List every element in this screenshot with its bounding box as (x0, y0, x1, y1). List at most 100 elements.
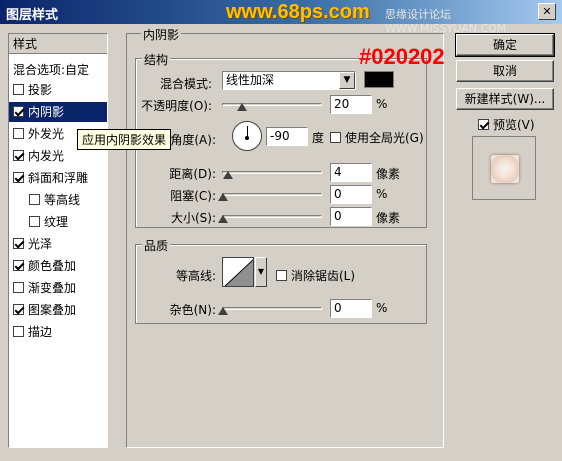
opacity-slider-thumb[interactable] (237, 103, 247, 111)
watermark-forum: 思缘设计论坛 WWW.MISSYUAN.COM (385, 8, 507, 35)
quality-group: 品质 等高线: ▼ 消除锯齿(L) 杂色(N): 0 % (135, 237, 427, 324)
window-title: 图层样式 (6, 8, 59, 23)
angle-dial[interactable] (232, 121, 262, 151)
choke-unit: % (376, 187, 388, 201)
quality-title: 品质 (142, 237, 171, 254)
styles-header[interactable]: 样式 (9, 34, 107, 54)
choke-slider-thumb[interactable] (218, 193, 228, 201)
style-item-drop-shadow[interactable]: 投影 (9, 80, 107, 100)
checkbox-color-overlay[interactable] (13, 260, 24, 271)
blend-mode-label: 混合模式: (159, 77, 212, 91)
size-slider[interactable] (222, 215, 322, 218)
style-item-label: 内阴影 (28, 105, 65, 119)
checkbox-bevel-emboss[interactable] (13, 172, 24, 183)
style-item-label: 光泽 (28, 237, 53, 251)
noise-slider-thumb[interactable] (218, 307, 228, 315)
style-item-label: 内发光 (28, 149, 65, 163)
distance-label: 距离(D): (169, 167, 216, 181)
global-light-checkbox[interactable] (330, 132, 341, 143)
shadow-color-swatch[interactable] (364, 71, 394, 88)
style-item-contour[interactable]: 等高线 (9, 190, 107, 210)
new-style-button[interactable]: 新建样式(W)... (456, 88, 554, 110)
blend-mode-select[interactable]: 线性加深 ▼ (222, 71, 356, 90)
structure-title: 结构 (142, 51, 171, 68)
contour-dropdown[interactable]: ▼ (255, 257, 267, 287)
settings-panel: 内阴影 结构 混合模式: 线性加深 ▼ 不透明度(O): 20 % 角度(A):… (126, 26, 444, 448)
chevron-down-icon: ▼ (339, 72, 355, 89)
global-light-option[interactable]: 使用全局光(G) (330, 129, 424, 146)
checkbox-drop-shadow[interactable] (13, 84, 24, 95)
checkbox-stroke[interactable] (13, 326, 24, 337)
title-bar: 图层样式 www.68ps.com 思缘设计论坛 WWW.MISSYUAN.CO… (0, 0, 562, 35)
choke-input[interactable]: 0 (330, 185, 372, 204)
style-item-label: 斜面和浮雕 (28, 171, 89, 185)
checkbox-inner-shadow[interactable] (13, 106, 24, 117)
distance-input[interactable]: 4 (330, 163, 372, 182)
structure-group: 结构 混合模式: 线性加深 ▼ 不透明度(O): 20 % 角度(A): -90… (135, 51, 427, 228)
style-item-label: 图案叠加 (28, 303, 77, 317)
chevron-down-icon: ▼ (257, 267, 265, 276)
size-input[interactable]: 0 (330, 207, 372, 226)
style-item-label: 颜色叠加 (28, 259, 77, 273)
checkbox-texture[interactable] (29, 216, 40, 227)
contour-curve-icon (224, 259, 253, 286)
watermark-site: www.68ps.com (226, 1, 370, 23)
color-annotation: #020202 (359, 44, 445, 69)
angle-input[interactable]: -90 (266, 127, 308, 146)
checkbox-contour[interactable] (29, 194, 40, 205)
checkbox-gradient-overlay[interactable] (13, 282, 24, 293)
preview-checkbox[interactable] (478, 119, 489, 130)
opacity-input[interactable]: 20 (330, 95, 372, 114)
style-item-label: 纹理 (44, 215, 69, 229)
distance-slider[interactable] (222, 171, 322, 174)
ok-button[interactable]: 确定 (455, 33, 555, 57)
preview-swatch (491, 155, 519, 183)
section-title: 内阴影 (141, 26, 182, 43)
noise-unit: % (376, 301, 388, 315)
style-item-pattern-overlay[interactable]: 图案叠加 (9, 300, 107, 320)
antialias-option[interactable]: 消除锯齿(L) (276, 267, 355, 284)
style-item-satin[interactable]: 光泽 (9, 234, 107, 254)
noise-label: 杂色(N): (169, 303, 216, 317)
global-light-label: 使用全局光(G) (345, 131, 424, 145)
style-item-label: 外发光 (28, 127, 65, 141)
opacity-unit: % (376, 97, 388, 111)
choke-slider[interactable] (222, 193, 322, 196)
opacity-label: 不透明度(O): (141, 99, 212, 113)
size-slider-thumb[interactable] (218, 215, 228, 223)
noise-slider[interactable] (222, 307, 322, 310)
style-item-label: 渐变叠加 (28, 281, 77, 295)
cancel-button[interactable]: 取消 (456, 60, 554, 82)
checkbox-outer-glow[interactable] (13, 128, 24, 139)
style-item-texture[interactable]: 纹理 (9, 212, 107, 232)
style-preview (472, 136, 536, 200)
style-item-gradient-overlay[interactable]: 渐变叠加 (9, 278, 107, 298)
checkbox-inner-glow[interactable] (13, 150, 24, 161)
distance-slider-thumb[interactable] (223, 171, 233, 179)
checkbox-satin[interactable] (13, 238, 24, 249)
styles-list: 样式 混合选项:自定 投影 内阴影 外发光 内发光 斜面和浮雕 等高线 纹理 光… (8, 33, 108, 448)
style-item-color-overlay[interactable]: 颜色叠加 (9, 256, 107, 276)
style-item-inner-shadow[interactable]: 内阴影 (9, 102, 107, 122)
contour-label: 等高线: (175, 269, 216, 283)
style-item-label: 等高线 (44, 193, 81, 207)
antialias-checkbox[interactable] (276, 270, 287, 281)
preview-option[interactable]: 预览(V) (478, 116, 535, 133)
style-item-bevel-emboss[interactable]: 斜面和浮雕 (9, 168, 107, 188)
blend-options-item[interactable]: 混合选项:自定 (9, 60, 107, 80)
blend-mode-value: 线性加深 (226, 73, 275, 87)
style-item-stroke[interactable]: 描边 (9, 322, 107, 342)
preview-label: 预览(V) (493, 118, 535, 132)
angle-unit: 度 (312, 131, 325, 145)
size-label: 大小(S): (170, 211, 216, 225)
choke-label: 阻塞(C): (170, 189, 216, 203)
size-unit: 像素 (376, 211, 401, 225)
close-button[interactable]: ✕ (538, 3, 556, 20)
antialias-label: 消除锯齿(L) (291, 269, 356, 283)
noise-input[interactable]: 0 (330, 299, 372, 318)
contour-preview[interactable] (222, 257, 254, 287)
style-item-label: 描边 (28, 325, 53, 339)
checkbox-pattern-overlay[interactable] (13, 304, 24, 315)
distance-unit: 像素 (376, 167, 401, 181)
style-item-label: 投影 (28, 83, 53, 97)
